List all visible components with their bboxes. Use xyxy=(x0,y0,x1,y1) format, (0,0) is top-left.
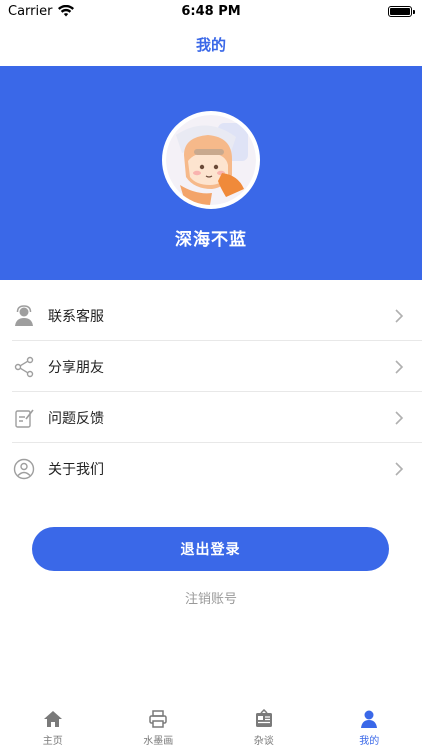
printer-icon xyxy=(147,708,169,730)
avatar[interactable] xyxy=(162,111,260,209)
person-icon xyxy=(358,708,380,730)
battery-icon xyxy=(388,5,415,17)
avatar-illustration xyxy=(166,115,256,205)
about-icon xyxy=(12,457,36,481)
tab-label: 主页 xyxy=(42,736,63,747)
username: 深海不蓝 xyxy=(175,230,247,250)
tab-bar: 主页 水墨画 杂谈 我的 xyxy=(0,700,422,750)
menu-item-share[interactable]: 分享朋友 xyxy=(0,341,422,392)
menu-item-label: 联系客服 xyxy=(48,308,104,325)
chevron-right-icon xyxy=(395,410,404,425)
menu-item-label: 关于我们 xyxy=(48,461,104,478)
tab-mine[interactable]: 我的 xyxy=(317,700,422,747)
tab-label: 我的 xyxy=(359,736,380,747)
tab-label: 水墨画 xyxy=(143,736,174,747)
feedback-icon xyxy=(12,406,36,430)
chevron-right-icon xyxy=(395,359,404,374)
home-icon xyxy=(42,708,64,730)
menu-item-feedback[interactable]: 问题反馈 xyxy=(0,392,422,443)
menu-item-label: 问题反馈 xyxy=(48,410,104,427)
tab-home[interactable]: 主页 xyxy=(0,700,105,747)
carrier-label: Carrier xyxy=(8,3,53,19)
cancel-account-link[interactable]: 注销账号 xyxy=(0,588,422,607)
menu-item-customer-service[interactable]: 联系客服 xyxy=(0,290,422,341)
news-icon xyxy=(253,708,275,730)
menu-item-label: 分享朋友 xyxy=(48,359,104,376)
tab-chat[interactable]: 杂谈 xyxy=(211,700,316,747)
customer-service-icon xyxy=(12,304,36,328)
chevron-right-icon xyxy=(395,461,404,476)
nav-bar: 我的 xyxy=(0,22,422,66)
status-left: Carrier xyxy=(8,3,75,19)
chevron-right-icon xyxy=(395,308,404,323)
tab-label: 杂谈 xyxy=(253,736,274,747)
menu-item-about[interactable]: 关于我们 xyxy=(0,443,422,494)
menu-list: 联系客服 分享朋友 问题反馈 关于我们 xyxy=(0,290,422,494)
share-icon xyxy=(12,355,36,379)
status-bar: Carrier 6:48 PM xyxy=(0,0,422,22)
logout-button[interactable]: 退出登录 xyxy=(32,527,389,571)
wifi-icon xyxy=(58,5,75,17)
tab-ink-painting[interactable]: 水墨画 xyxy=(106,700,211,747)
page-title: 我的 xyxy=(195,35,226,54)
profile-header: 深海不蓝 xyxy=(0,66,422,280)
